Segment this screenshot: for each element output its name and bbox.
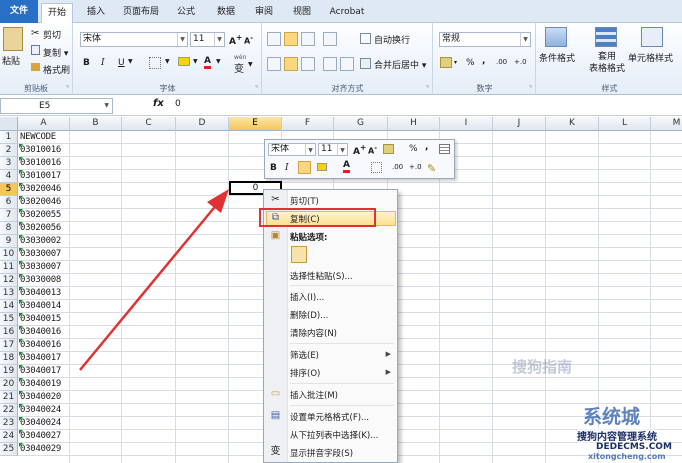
paste-option-icon[interactable] xyxy=(291,246,307,263)
menu-separator xyxy=(290,383,394,384)
menu-item-show-phonetic[interactable]: 显示拼音字段(S) xyxy=(290,447,353,459)
menu-item-insert[interactable]: 插入(I)... xyxy=(290,291,324,303)
mini-borders-icon[interactable] xyxy=(371,162,382,173)
mini-font-value: 宋体 xyxy=(271,144,290,154)
mini-size-value: 11 xyxy=(321,144,333,154)
mini-bold-button[interactable]: B xyxy=(270,163,277,173)
mini-inc-decimal-icon[interactable]: .00 xyxy=(392,163,403,171)
comment-icon: ▭ xyxy=(270,388,281,399)
phonetic-icon: 变 xyxy=(270,446,281,457)
watermark-dede: 搜狗内容管理系统 xyxy=(577,428,657,443)
arrow-shaft xyxy=(79,202,219,371)
menu-item-clear[interactable]: 清除内容(N) xyxy=(290,327,337,339)
percent-icon[interactable]: % xyxy=(409,144,418,154)
grow-font-icon[interactable]: A+ xyxy=(353,143,366,157)
mini-dec-decimal-icon[interactable]: +.0 xyxy=(409,163,422,171)
menu-item-insert-comment[interactable]: 插入批注(M) xyxy=(290,389,338,401)
copy-highlight-box xyxy=(259,208,376,227)
menu-item-format-cells[interactable]: 设置单元格格式(F)... xyxy=(290,411,369,423)
menu-item-filter[interactable]: 筛选(E) xyxy=(290,349,319,361)
scissors-icon: ✂ xyxy=(271,194,280,205)
menu-separator xyxy=(290,285,394,286)
context-menu: ✂ 剪切(T) ⧉ 复制(C) ▣ 粘贴选项: 选择性粘贴(S)... 插入(I… xyxy=(263,189,398,463)
comma-icon[interactable]: , xyxy=(425,142,428,152)
menu-item-pick-from-list[interactable]: 从下拉列表中选择(K)... xyxy=(290,429,378,441)
watermark-sogou: 搜狗指南 xyxy=(512,358,573,376)
mini-fill-color-icon[interactable] xyxy=(317,163,327,171)
watermark-dedecms: DEDECMS.COM xyxy=(596,442,672,452)
submenu-arrow-icon: ▶ xyxy=(385,350,391,358)
mini-size-combo[interactable]: 11 ▼ xyxy=(318,143,348,156)
mini-italic-button[interactable]: I xyxy=(285,163,289,173)
chevron-down-icon: ▼ xyxy=(337,144,347,155)
clipboard-icon: ▣ xyxy=(270,230,281,241)
chevron-down-icon: ▼ xyxy=(305,144,315,155)
watermark-xitongcheng: 系统城 xyxy=(583,406,641,428)
menu-item-paste-options: 粘贴选项: xyxy=(290,233,328,243)
format-cells-icon: ▤ xyxy=(270,410,281,421)
menu-item-paste-special[interactable]: 选择性粘贴(S)... xyxy=(290,270,353,282)
mini-painter-icon[interactable]: ✎ xyxy=(427,162,436,175)
menu-separator xyxy=(290,405,394,406)
menu-item-delete[interactable]: 删除(D)... xyxy=(290,309,328,321)
excel-window: 文件 开始 插入 页面布局 公式 数据 审阅 视图 Acrobat 粘贴 ✂ 剪… xyxy=(0,0,682,463)
currency-icon[interactable] xyxy=(383,144,394,154)
mini-center-icon[interactable] xyxy=(298,161,311,174)
shrink-font-icon[interactable]: A- xyxy=(368,144,377,156)
mini-font-color-icon[interactable]: A xyxy=(343,160,350,173)
menu-separator xyxy=(290,343,394,344)
menu-item-sort[interactable]: 排序(O) xyxy=(290,367,320,379)
mini-toolbar: 宋体 ▼ 11 ▼ A+ A- % , B I A .00 +.0 ✎ xyxy=(264,139,455,179)
format-painter-grid-icon[interactable] xyxy=(439,144,450,154)
mini-font-combo[interactable]: 宋体 ▼ xyxy=(268,143,316,156)
watermark-url: xitongcheng.com xyxy=(588,452,666,461)
menu-item-cut[interactable]: 剪切(T) xyxy=(290,195,319,207)
submenu-arrow-icon: ▶ xyxy=(385,368,391,376)
arrow-head xyxy=(207,189,229,213)
